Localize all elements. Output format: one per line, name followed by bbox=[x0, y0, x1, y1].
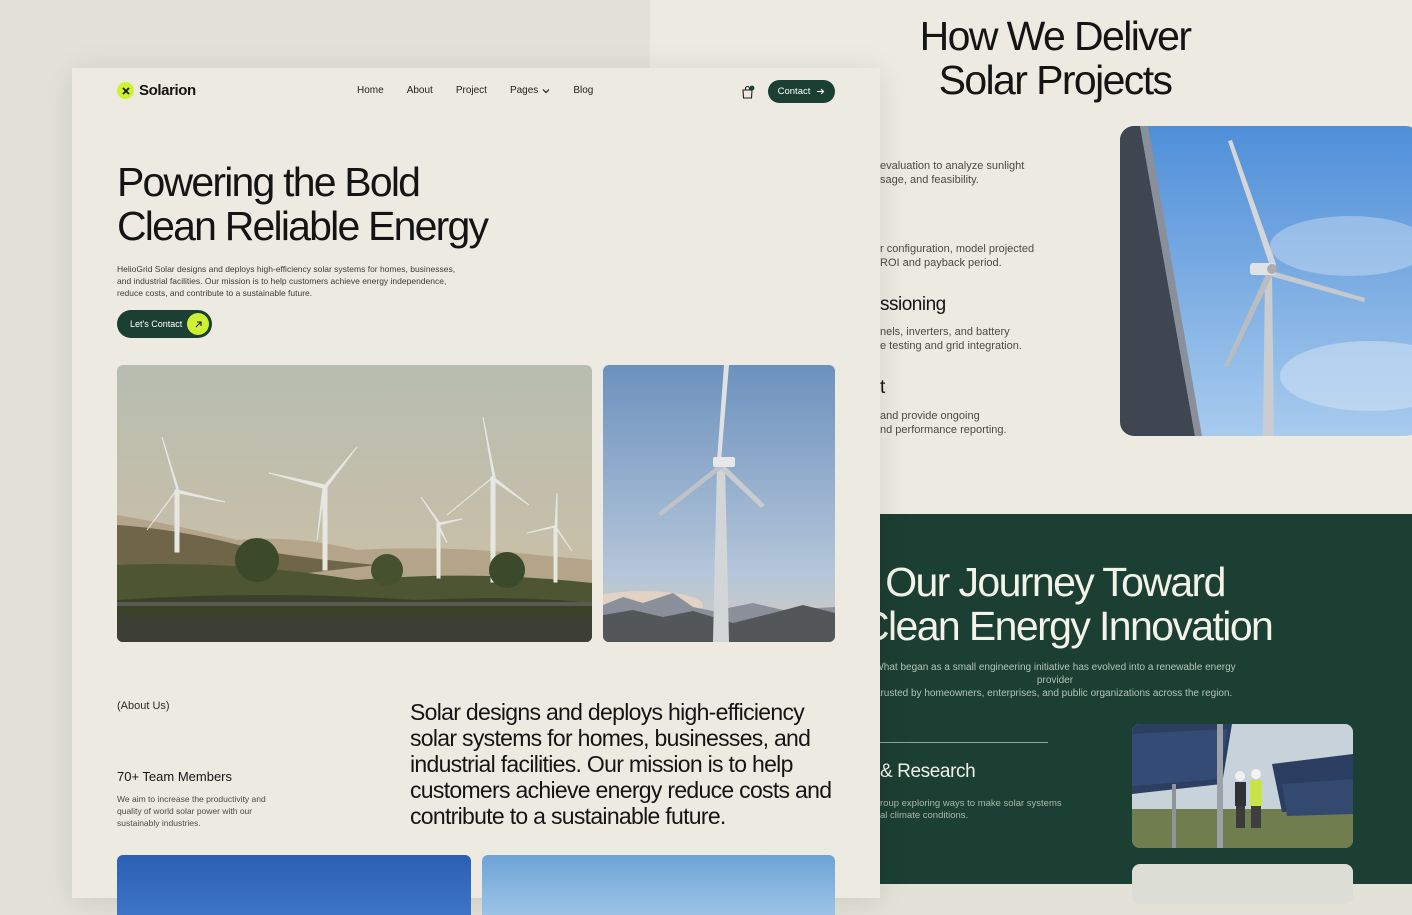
logo[interactable]: Solarion bbox=[117, 82, 196, 99]
arrow-up-right-icon bbox=[187, 313, 209, 335]
process-title: How We Deliver Solar Projects bbox=[919, 13, 1192, 103]
journey-item-title: & Research bbox=[880, 761, 976, 782]
nav-blog[interactable]: Blog bbox=[573, 85, 593, 96]
about-label: (About Us) bbox=[117, 700, 170, 712]
journey-item-text: roup exploring ways to make solar system… bbox=[880, 798, 1062, 821]
nav-project[interactable]: Project bbox=[456, 85, 487, 96]
process-step-4-title: t bbox=[880, 377, 885, 398]
divider bbox=[880, 742, 1048, 743]
journey-title: Our Journey Toward Clean Energy Innovati… bbox=[860, 559, 1274, 649]
team-count: 70+ Team Members bbox=[117, 769, 233, 784]
process-step-2-text: r configuration, model projected ROI and … bbox=[880, 243, 1035, 269]
hero-title: Powering the Bold Clean Reliable Energy bbox=[117, 159, 489, 249]
wind-turbine-photo bbox=[1120, 126, 1412, 436]
contact-button-label: Contact bbox=[777, 86, 811, 97]
process-step-4-text: and provide ongoing nd performance report… bbox=[880, 410, 1007, 436]
hero-description: HelioGrid Solar designs and deploys high… bbox=[117, 264, 456, 298]
nav-home[interactable]: Home bbox=[357, 85, 384, 96]
process-step-3-title: ssioning bbox=[880, 294, 946, 315]
process-step-3-text: nels, inverters, and battery e testing an… bbox=[880, 326, 1022, 352]
solar-panel-photo bbox=[1132, 724, 1353, 848]
process-step-1-text: evaluation to analyze sunlight sage, and … bbox=[880, 160, 1025, 186]
main-nav: Home About Project Pages Blog bbox=[357, 85, 616, 96]
project-photo bbox=[1132, 864, 1353, 904]
nav-pages[interactable]: Pages bbox=[510, 85, 550, 96]
lets-contact-label: Let's Contact bbox=[130, 319, 183, 329]
lets-contact-button[interactable]: Let's Contact bbox=[117, 310, 212, 338]
arrow-right-icon bbox=[817, 88, 825, 95]
journey-subtitle: What began as a small engineering initia… bbox=[874, 662, 1236, 699]
nav-pages-label: Pages bbox=[509, 85, 539, 96]
solar-sky-photo-2 bbox=[482, 855, 835, 915]
nav-about[interactable]: About bbox=[407, 85, 433, 96]
wind-farm-photo bbox=[117, 365, 592, 642]
single-turbine-photo bbox=[603, 365, 835, 642]
shopping-bag-icon[interactable] bbox=[740, 84, 756, 100]
logo-text: Solarion bbox=[139, 82, 196, 99]
contact-button[interactable]: Contact bbox=[768, 80, 835, 103]
solar-sky-photo bbox=[117, 855, 471, 915]
main-page: Solarion Home About Project Pages Blog C… bbox=[72, 68, 880, 915]
chevron-down-icon bbox=[542, 88, 550, 93]
leaf-icon bbox=[117, 82, 134, 99]
team-description: We aim to increase the productivity and … bbox=[117, 794, 266, 828]
about-paragraph: Solar designs and deploys high-efficienc… bbox=[410, 699, 832, 829]
